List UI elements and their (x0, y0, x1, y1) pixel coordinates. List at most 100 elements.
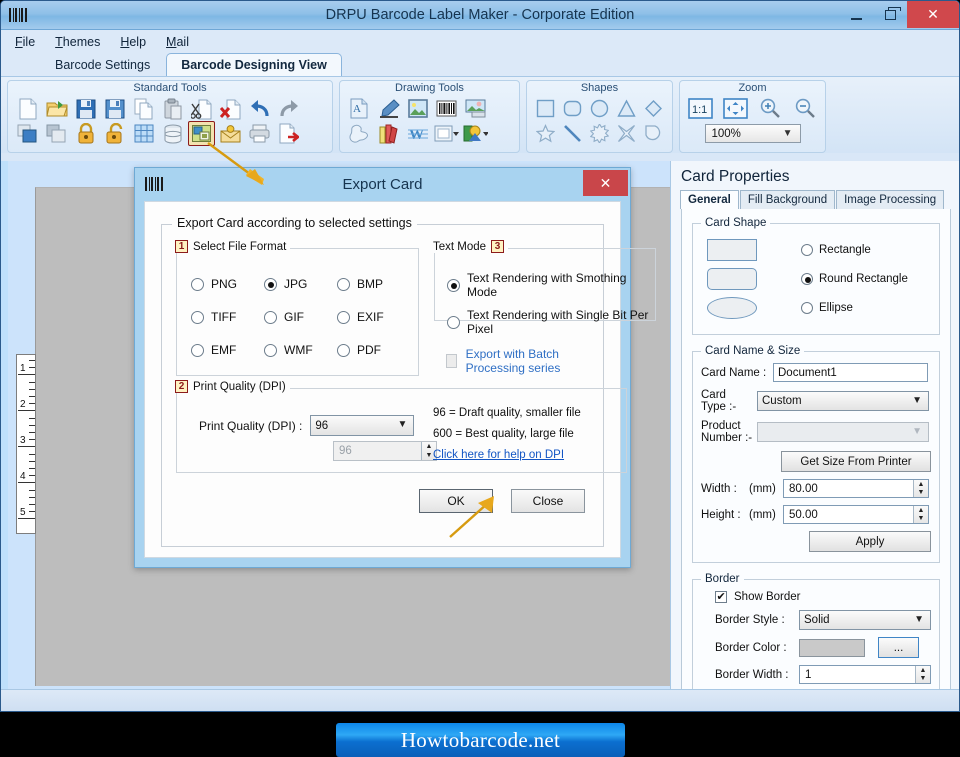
square-shape-icon[interactable] (533, 96, 558, 121)
zoom-out-icon[interactable] (792, 96, 819, 121)
radio-icon (447, 278, 460, 292)
maximize-icon (884, 6, 901, 20)
cut-icon[interactable] (188, 96, 215, 121)
delete-icon[interactable] (217, 96, 244, 121)
ruler-major-tick (18, 410, 35, 411)
redo-icon[interactable] (275, 96, 302, 121)
tab-fill-background[interactable]: Fill Background (739, 190, 836, 209)
circle-shape-icon[interactable] (587, 96, 612, 121)
border-width-spinner[interactable]: 1 ▲ ▼ (799, 665, 931, 684)
card-name-input[interactable]: Document1 (773, 363, 928, 382)
undo-icon[interactable] (246, 96, 273, 121)
card-type-combobox[interactable]: Custom ▼ (757, 391, 929, 411)
spinner-arrows[interactable]: ▲ ▼ (915, 666, 930, 683)
watermark-icon[interactable]: W (404, 121, 431, 146)
print-icon[interactable] (246, 121, 273, 146)
dialog-close-action-button[interactable]: Close (511, 489, 585, 513)
save-icon[interactable] (72, 96, 99, 121)
menu-item-file[interactable]: File (15, 35, 35, 49)
radio-rectangle[interactable]: Rectangle (801, 244, 871, 256)
image-tool-icon[interactable] (404, 96, 431, 121)
radio-single-bit-per-pixel[interactable]: Text Rendering with Single Bit Per Pixel (447, 308, 655, 336)
email-icon[interactable] (217, 121, 244, 146)
radio-format-png[interactable]: PNG (191, 277, 264, 291)
width-spinner[interactable]: 80.00 ▲ ▼ (783, 479, 929, 498)
pen-tool-icon[interactable] (375, 96, 402, 121)
spinner-arrows[interactable]: ▲ ▼ (913, 506, 928, 523)
radio-format-gif[interactable]: GIF (264, 310, 337, 324)
radio-format-wmf[interactable]: WMF (264, 343, 337, 357)
print-quality-combobox[interactable]: 96 ▼ (310, 415, 415, 436)
line-shape-icon[interactable] (560, 121, 585, 146)
shape-tool-icon[interactable] (346, 121, 373, 146)
dialog-close-button[interactable]: ✕ (583, 170, 628, 196)
maximize-button[interactable] (873, 1, 907, 28)
radio-format-jpg[interactable]: JPG (264, 277, 337, 291)
border-width-row: Border Width : 1 ▲ ▼ (715, 665, 931, 684)
menu-item-themes[interactable]: Themes (55, 35, 100, 49)
dpi-help-link[interactable]: Click here for help on DPI (433, 449, 581, 461)
zoom-actual-size-icon[interactable]: 1:1 (687, 96, 714, 121)
menu-item-help[interactable]: Help (120, 35, 146, 49)
radio-format-emf[interactable]: EMF (191, 343, 264, 357)
four-point-star-icon[interactable] (614, 121, 639, 146)
ellipse-preview-icon[interactable] (707, 297, 757, 319)
radio-round-rectangle[interactable]: Round Rectangle (801, 273, 908, 285)
signature-dropdown-icon[interactable] (462, 121, 489, 146)
zoom-level-combobox[interactable]: 100% ▼ (704, 124, 801, 143)
export-card-icon[interactable] (188, 121, 215, 146)
text-tool-icon[interactable]: A (346, 96, 373, 121)
export-settings-group: Export Card according to selected settin… (161, 216, 656, 547)
send-to-back-icon[interactable] (43, 121, 70, 146)
border-color-swatch[interactable] (799, 638, 865, 657)
get-size-from-printer-button[interactable]: Get Size From Printer (781, 451, 931, 472)
picture-frame-icon[interactable] (462, 96, 489, 121)
save-as-icon[interactable] (101, 96, 128, 121)
copy-icon[interactable] (130, 96, 157, 121)
height-spinner[interactable]: 50.00 ▲ ▼ (783, 505, 929, 524)
apply-button[interactable]: Apply (809, 531, 931, 552)
books-icon[interactable] (375, 121, 402, 146)
zoom-fit-icon[interactable] (722, 96, 749, 121)
radio-format-pdf[interactable]: PDF (337, 343, 410, 357)
radio-format-bmp[interactable]: BMP (337, 277, 410, 291)
diamond-shape-icon[interactable] (641, 96, 666, 121)
show-border-checkbox[interactable] (715, 590, 727, 603)
open-folder-icon[interactable] (43, 96, 70, 121)
tab-image-processing[interactable]: Image Processing (836, 190, 945, 209)
rectangle-preview-icon[interactable] (707, 239, 757, 261)
star-shape-icon[interactable] (533, 121, 558, 146)
new-document-icon[interactable] (14, 96, 41, 121)
radio-smoothing-mode[interactable]: Text Rendering with Smothing Mode (447, 271, 655, 299)
spinner-arrows[interactable]: ▲ ▼ (913, 480, 928, 497)
border-color-picker-button[interactable]: ... (878, 637, 919, 658)
grid-icon[interactable] (130, 121, 157, 146)
barcode-tool-icon[interactable] (433, 96, 460, 121)
burst-shape-icon[interactable] (587, 121, 612, 146)
paste-icon[interactable] (159, 96, 186, 121)
zoom-in-icon[interactable] (757, 96, 784, 121)
lock-icon[interactable] (72, 121, 99, 146)
round-rectangle-preview-icon[interactable] (707, 268, 757, 290)
triangle-shape-icon[interactable] (614, 96, 639, 121)
show-border-row[interactable]: Show Border (715, 590, 931, 603)
database-icon[interactable] (159, 121, 186, 146)
close-button[interactable]: ✕ (907, 1, 959, 28)
radio-ellipse[interactable]: Ellipse (801, 302, 853, 314)
unlock-icon[interactable] (101, 121, 128, 146)
tab-general[interactable]: General (680, 190, 739, 209)
frame-dropdown-icon[interactable] (433, 121, 460, 146)
tab-barcode-designing-view[interactable]: Barcode Designing View (166, 53, 342, 76)
border-style-combobox[interactable]: Solid ▼ (799, 610, 931, 630)
tab-barcode-settings[interactable]: Barcode Settings (41, 54, 164, 76)
ok-button[interactable]: OK (419, 489, 493, 513)
radio-format-exif[interactable]: EXIF (337, 310, 410, 324)
minimize-button[interactable] (839, 1, 873, 28)
export-icon[interactable] (275, 121, 302, 146)
radio-format-tiff[interactable]: TIFF (191, 310, 264, 324)
pie-shape-icon[interactable] (641, 121, 666, 146)
bring-to-front-icon[interactable] (14, 121, 41, 146)
menu-item-mail[interactable]: Mail (166, 35, 189, 49)
print-quality-spinner[interactable]: 96 ▲ ▼ (333, 441, 437, 461)
rounded-square-shape-icon[interactable] (560, 96, 585, 121)
